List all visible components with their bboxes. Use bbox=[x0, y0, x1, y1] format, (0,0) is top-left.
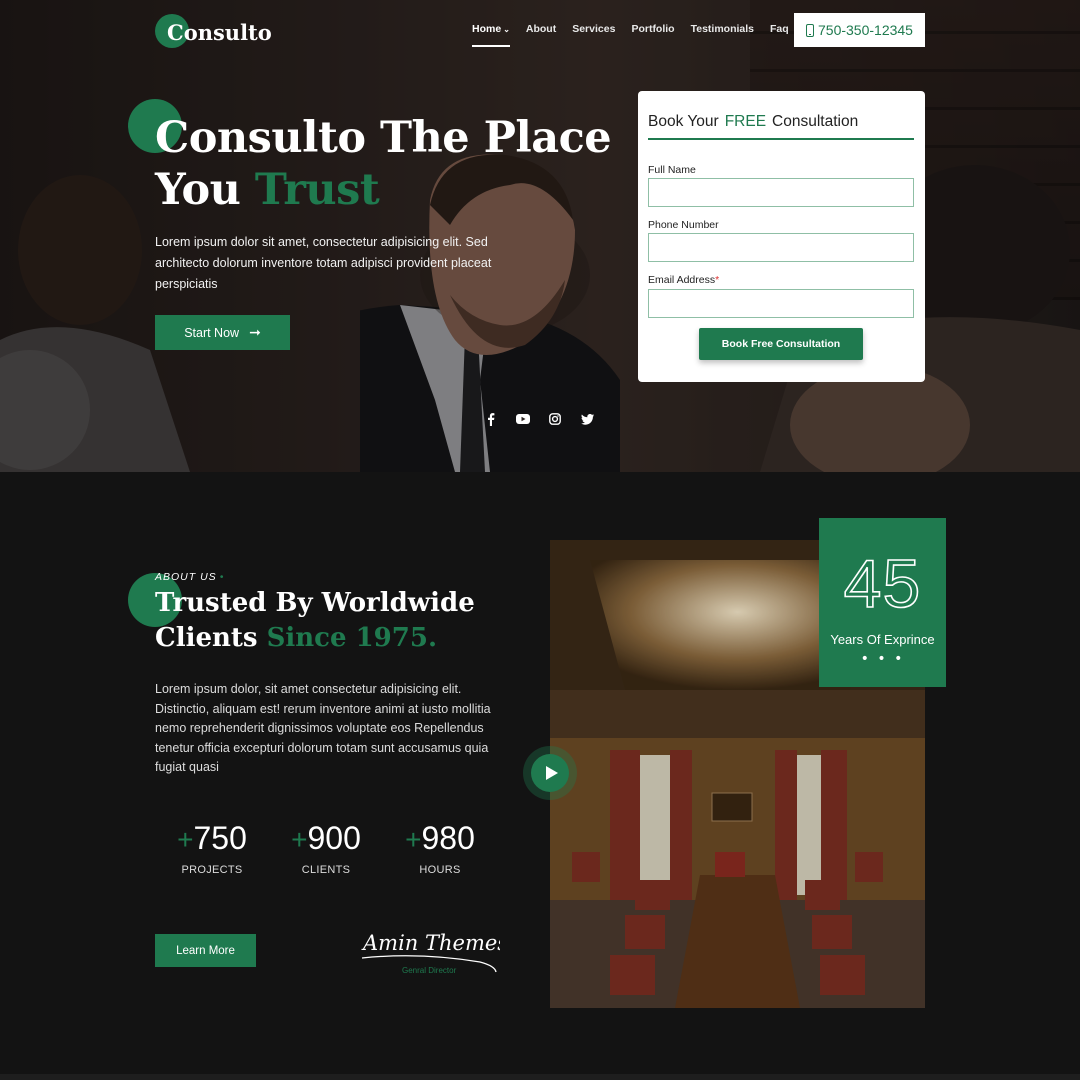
facebook-icon[interactable] bbox=[484, 412, 498, 426]
nav-links: Home ⌄ About Services Portfolio Testimoni… bbox=[472, 23, 805, 47]
hero-title-highlight: Trust bbox=[254, 165, 380, 215]
full-name-label: Full Name bbox=[648, 164, 696, 176]
nav-item-home[interactable]: Home ⌄ bbox=[472, 23, 510, 47]
email-address-field[interactable] bbox=[648, 289, 914, 318]
email-address-label: Email Address* bbox=[648, 274, 720, 286]
arrow-right-icon: ➞ bbox=[249, 324, 261, 340]
required-marker: * bbox=[715, 274, 720, 286]
signature-role: Genral Director bbox=[402, 966, 457, 975]
twitter-icon[interactable] bbox=[580, 412, 594, 426]
about-title: Trusted By Worldwide Clients Since 1975. bbox=[155, 588, 475, 653]
play-icon bbox=[545, 766, 558, 780]
about-description: Lorem ipsum dolor, sit amet consectetur … bbox=[155, 682, 491, 775]
stat-hours: +980 HOURS bbox=[405, 820, 475, 876]
social-links bbox=[484, 412, 594, 426]
full-name-field[interactable] bbox=[648, 178, 914, 207]
experience-label: Years Of Exprince bbox=[830, 632, 935, 647]
main-navbar: Consulto Home ⌄ About Services Portfolio … bbox=[0, 12, 1080, 52]
instagram-icon[interactable] bbox=[548, 412, 562, 426]
phone-number-field[interactable] bbox=[648, 233, 914, 262]
phone-number-label: Phone Number bbox=[648, 219, 719, 231]
about-eyebrow: ABOUT US • bbox=[155, 571, 225, 583]
about-title-highlight: Since 1975. bbox=[266, 623, 438, 653]
video-play-button[interactable] bbox=[531, 754, 569, 792]
phone-button[interactable]: 750-350-12345 bbox=[794, 13, 925, 47]
learn-more-button[interactable]: Learn More bbox=[155, 934, 256, 967]
hero-title: Consulto The Place You Trust bbox=[155, 113, 612, 215]
signature-text: Amin Themes bbox=[361, 931, 500, 955]
stat-clients: +900 CLIENTS bbox=[291, 820, 361, 876]
book-free-consultation-button[interactable]: Book Free Consultation bbox=[699, 328, 863, 360]
hero-description: Lorem ipsum dolor sit amet, consectetur … bbox=[155, 235, 492, 291]
section-divider bbox=[0, 1074, 1080, 1080]
experience-dots: • • • bbox=[860, 651, 905, 667]
nav-item-about[interactable]: About bbox=[526, 23, 556, 39]
nav-item-testimonials[interactable]: Testimonials bbox=[691, 23, 754, 39]
start-now-button[interactable]: Start Now ➞ bbox=[155, 315, 290, 350]
form-title: Book Your FREE Consultation bbox=[648, 113, 859, 130]
logo-text: Consulto bbox=[167, 20, 272, 45]
consultation-form: Book Your FREE Consultation Full Name Phon… bbox=[638, 91, 925, 382]
form-title-underline bbox=[648, 138, 914, 140]
experience-number: 45 bbox=[843, 545, 922, 623]
nav-item-services[interactable]: Services bbox=[572, 23, 615, 39]
experience-badge: 45 Years Of Exprince • • • bbox=[819, 518, 946, 687]
youtube-icon[interactable] bbox=[516, 412, 530, 426]
phone-number: 750-350-12345 bbox=[818, 22, 913, 38]
nav-item-faq[interactable]: Faq bbox=[770, 23, 789, 39]
mobile-phone-icon bbox=[806, 23, 814, 37]
hero-section: Consulto Home ⌄ About Services Portfolio … bbox=[0, 0, 1080, 472]
chevron-down-icon: ⌄ bbox=[503, 25, 510, 34]
nav-item-portfolio[interactable]: Portfolio bbox=[631, 23, 674, 39]
stat-projects: +750 PROJECTS bbox=[177, 820, 247, 876]
